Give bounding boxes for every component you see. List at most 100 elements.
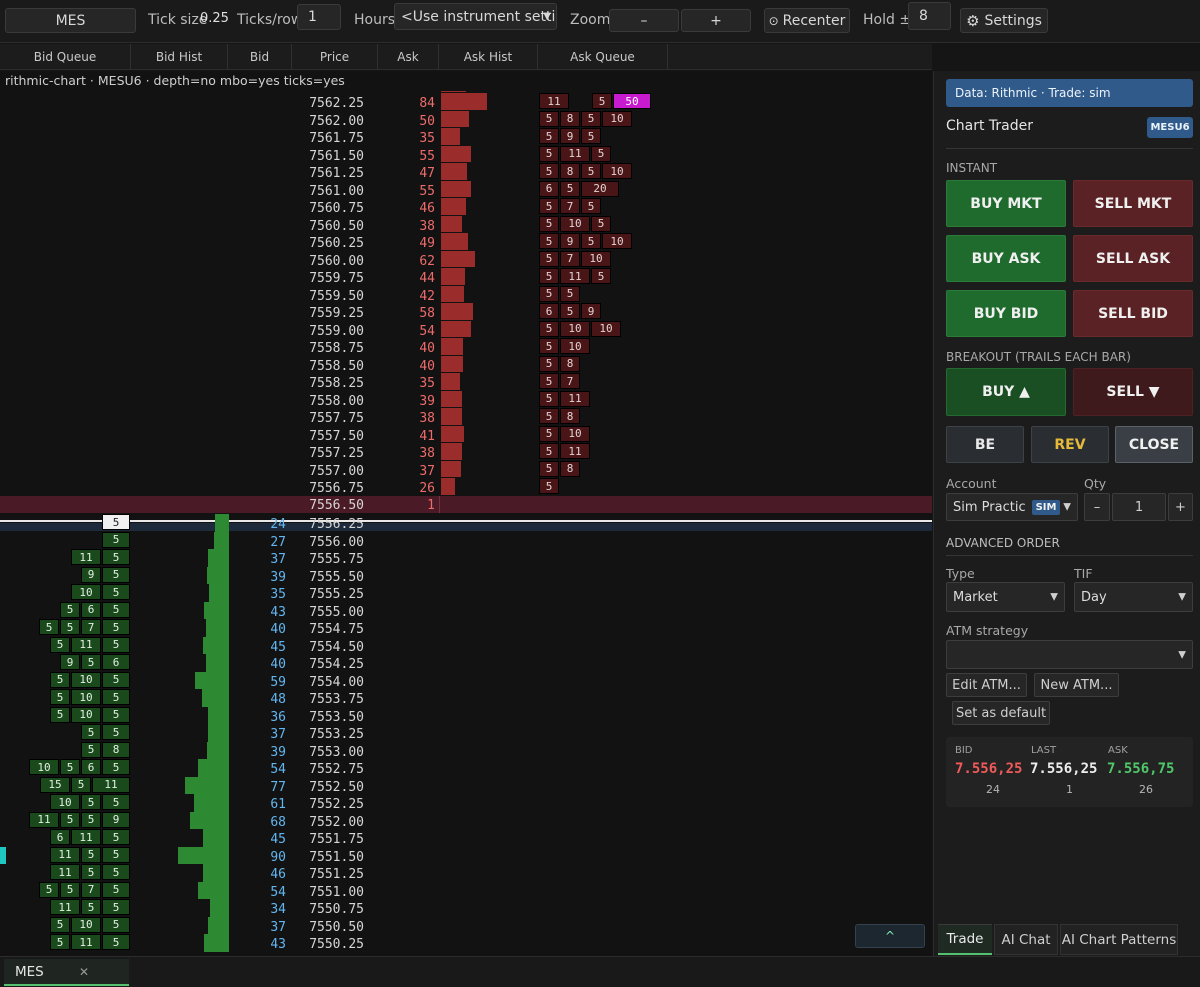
price-ladder[interactable]: rithmic-chart · MESU6 · depth=no mbo=yes…: [0, 71, 932, 956]
close-icon[interactable]: ✕: [79, 965, 89, 979]
price-label: 7552.50: [309, 779, 364, 795]
ask-size: 40: [419, 358, 435, 374]
bid-hist-bar: [204, 601, 229, 619]
ask-queue-cell: 10: [602, 163, 632, 179]
ask-queue-cell: 8: [560, 408, 580, 424]
bid-hist-bar: [198, 759, 229, 777]
column-ask-hist[interactable]: Ask Hist: [439, 44, 538, 70]
bid-hist-bar: [206, 654, 229, 672]
edit-atm-button[interactable]: Edit ATM...: [946, 673, 1027, 697]
column-ask-queue[interactable]: Ask Queue: [538, 44, 668, 70]
bid-size: 45: [270, 639, 286, 655]
ask-queue-cell: 10: [602, 233, 632, 249]
bid-queue-cell: 9: [60, 654, 80, 670]
tick-size-value: 0.25: [200, 11, 229, 26]
ask-queue-cell: 5: [581, 198, 601, 214]
quote-bid-price: 7.556,25: [955, 761, 1023, 777]
bid-queue-cell: 11: [50, 864, 80, 880]
spread-row: [0, 495, 932, 513]
bid-hist-bar: [202, 689, 229, 707]
ask-hist-bar: [441, 93, 487, 110]
ask-queue-cell: 6: [539, 180, 559, 197]
zoom-in-button[interactable]: +: [681, 9, 751, 32]
ask-queue-cell: 10: [602, 110, 632, 127]
ask-size: 46: [419, 201, 435, 216]
bid-hist-bar: [207, 741, 229, 759]
tab-ai-chart-patterns[interactable]: AI Chart Patterns: [1060, 924, 1178, 955]
reverse-button[interactable]: REV: [1031, 426, 1109, 463]
qty-decrement-button[interactable]: –: [1084, 493, 1110, 521]
quote-last-label: LAST: [1031, 745, 1057, 756]
ask-hist-bar: [441, 460, 461, 477]
sell-market-button[interactable]: SELL MKT: [1073, 180, 1193, 227]
price-label: 7561.25: [309, 166, 364, 181]
ask-queue-cell: 20: [581, 180, 619, 197]
breakeven-button[interactable]: BE: [946, 426, 1024, 463]
ask-size: 38: [419, 218, 435, 234]
settings-button[interactable]: ⚙ Settings: [960, 8, 1048, 33]
bid-hist-bar: [210, 899, 229, 917]
qty-input[interactable]: 1: [1112, 493, 1166, 521]
breakout-buy-button[interactable]: BUY ▲: [946, 368, 1066, 416]
buy-ask-button[interactable]: BUY ASK: [946, 235, 1066, 282]
settings-text: Settings: [984, 12, 1042, 29]
close-position-button[interactable]: CLOSE: [1115, 426, 1193, 463]
ask-queue-cell: 5: [539, 215, 559, 232]
bid-hist-bar: [208, 724, 229, 742]
sell-ask-button[interactable]: SELL ASK: [1073, 235, 1193, 282]
bid-size: 37: [270, 727, 286, 742]
ask-size: 26: [419, 481, 435, 496]
bid-queue-cell: 5: [81, 899, 101, 915]
ticks-row-input[interactable]: 1: [297, 4, 341, 30]
bid-queue-cell: 10: [29, 759, 59, 775]
column-ask[interactable]: Ask: [378, 44, 439, 70]
symbol-text: MES: [55, 12, 86, 29]
bid-queue-cell: 11: [50, 846, 80, 863]
quote-bid-size: 24: [986, 783, 1000, 796]
tab-trade[interactable]: Trade: [938, 924, 992, 955]
bid-hist-bar: [190, 811, 229, 829]
new-atm-button[interactable]: New ATM...: [1034, 673, 1119, 697]
bid-hist-bar: [194, 794, 229, 812]
buy-market-button[interactable]: BUY MKT: [946, 180, 1066, 227]
hold-input[interactable]: 8: [908, 2, 951, 30]
bid-hist-bar: [209, 584, 229, 602]
zoom-out-button[interactable]: –: [609, 9, 679, 32]
tab-ai-chat[interactable]: AI Chat: [994, 924, 1058, 955]
atm-strategy-select[interactable]: ▼: [946, 640, 1193, 669]
ask-hist-bar: [441, 268, 465, 285]
bid-hist-bar: [208, 916, 229, 934]
ask-size: 47: [419, 166, 435, 181]
account-select[interactable]: Sim Practic SIM ▼: [946, 493, 1078, 521]
price-label: 7557.00: [309, 463, 364, 479]
price-label: 7553.25: [309, 727, 364, 742]
hours-select[interactable]: <Use instrument setti ▼: [394, 3, 557, 30]
set-default-button[interactable]: Set as default: [952, 701, 1050, 725]
bid-queue-cell: 5: [81, 654, 101, 670]
buy-bid-button[interactable]: BUY BID: [946, 290, 1066, 337]
bid-queue-cell: 11: [71, 829, 101, 845]
bid-queue-cell: 11: [71, 549, 101, 565]
price-label: 7551.00: [309, 884, 364, 900]
tif-select[interactable]: Day ▼: [1074, 582, 1193, 612]
ask-size: 55: [419, 183, 435, 199]
scroll-up-button[interactable]: ^: [855, 924, 925, 948]
price-label: 7559.75: [309, 271, 364, 286]
order-type-select[interactable]: Market ▼: [946, 582, 1065, 612]
column-bid-hist[interactable]: Bid Hist: [131, 44, 228, 70]
ask-hist-bar: [441, 338, 463, 355]
chart-tab-mes[interactable]: MES ✕: [4, 959, 129, 986]
price-label: 7561.00: [309, 183, 364, 199]
column-price[interactable]: Price: [292, 44, 378, 70]
ask-queue-cell: 10: [560, 425, 590, 442]
recenter-button[interactable]: ⊙ Recenter: [764, 8, 850, 33]
bid-queue-cell: 7: [81, 881, 101, 898]
breakout-sell-button[interactable]: SELL ▼: [1073, 368, 1193, 416]
column-bid[interactable]: Bid: [228, 44, 292, 70]
ask-hist-bar: [441, 163, 467, 180]
advanced-order-label: ADVANCED ORDER: [946, 536, 1060, 550]
column-bid-queue[interactable]: Bid Queue: [0, 44, 131, 70]
symbol-selector[interactable]: MES: [5, 8, 136, 33]
sell-bid-button[interactable]: SELL BID: [1073, 290, 1193, 337]
qty-increment-button[interactable]: +: [1168, 493, 1193, 521]
